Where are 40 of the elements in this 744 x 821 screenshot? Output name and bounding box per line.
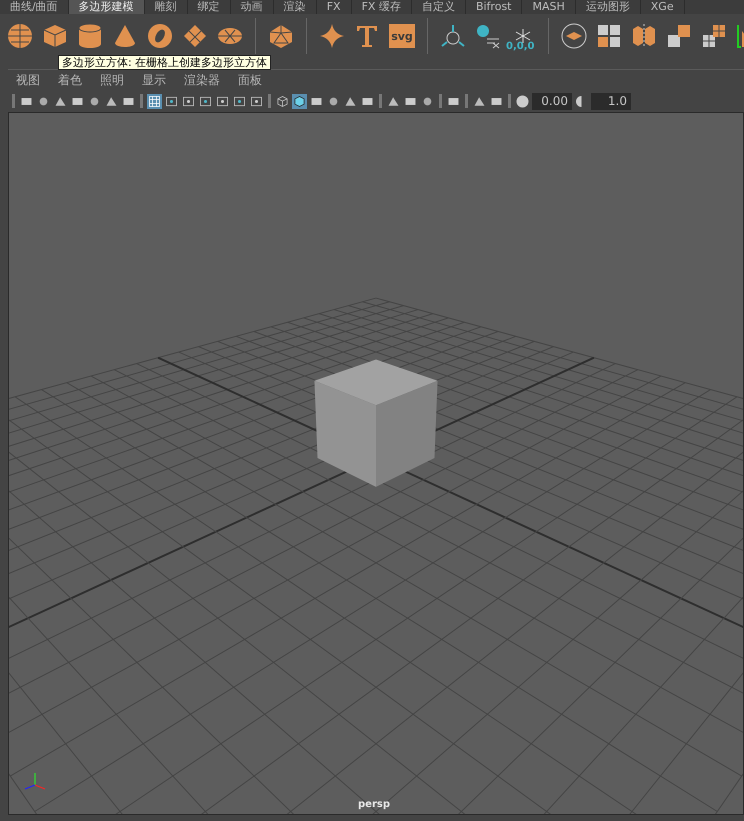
cone-icon[interactable] [112,23,138,49]
panel-menu[interactable]: 着色 [58,72,82,88]
torus-icon[interactable] [147,23,173,49]
panel-menu[interactable]: 面板 [238,72,262,88]
cylinder-icon[interactable] [77,23,103,49]
gamma-field[interactable]: 1.0 [591,92,631,110]
sphere-icon[interactable] [7,23,33,49]
shelf-tab[interactable]: FX [316,0,352,14]
panel-menu[interactable]: 显示 [142,72,166,88]
exposure-field[interactable]: 0.00 [532,92,572,110]
shelf-tab[interactable]: 动画 [230,0,274,14]
combine-icon[interactable] [596,23,622,49]
subdivide-icon[interactable] [701,23,727,49]
pivot-icon[interactable] [440,23,466,49]
perspective-viewport[interactable]: persp [8,112,744,815]
shelf-tab[interactable]: 绑定 [188,0,231,14]
polyhedron-icon[interactable] [268,23,294,49]
wireframe-cube-icon[interactable] [275,94,290,108]
layers-icon[interactable] [561,23,587,49]
separate-icon[interactable] [631,23,657,49]
shelf-tab[interactable]: 渲染 [274,0,317,14]
tooltip: 多边形立方体: 在栅格上创建多边形立方体 [58,55,272,70]
svg-tool-button[interactable]: svg [389,24,415,48]
panel-menu[interactable]: 照明 [100,72,124,88]
clock-clear-icon[interactable] [475,23,501,49]
cube-icon[interactable] [42,23,68,49]
shelf-tab[interactable]: FX 缓存 [352,0,412,14]
star-icon[interactable] [319,23,345,49]
camera-name-label: persp [358,799,390,810]
smooth-icon[interactable] [666,23,692,49]
text-tool-icon[interactable] [354,23,380,49]
shelf-tab[interactable]: 雕刻 [144,0,188,14]
plane-icon[interactable] [182,23,208,49]
panel-menu[interactable]: 渲染器 [184,72,220,88]
shaded-cube-icon[interactable] [292,94,307,108]
axis-indicator-icon [24,772,46,790]
freeze-transform-label: 0,0,0 [506,41,534,52]
grid-icon[interactable] [147,94,162,108]
shelf-tab[interactable]: 多边形建模 [68,0,145,14]
panel-menu[interactable]: 视图 [16,72,40,88]
